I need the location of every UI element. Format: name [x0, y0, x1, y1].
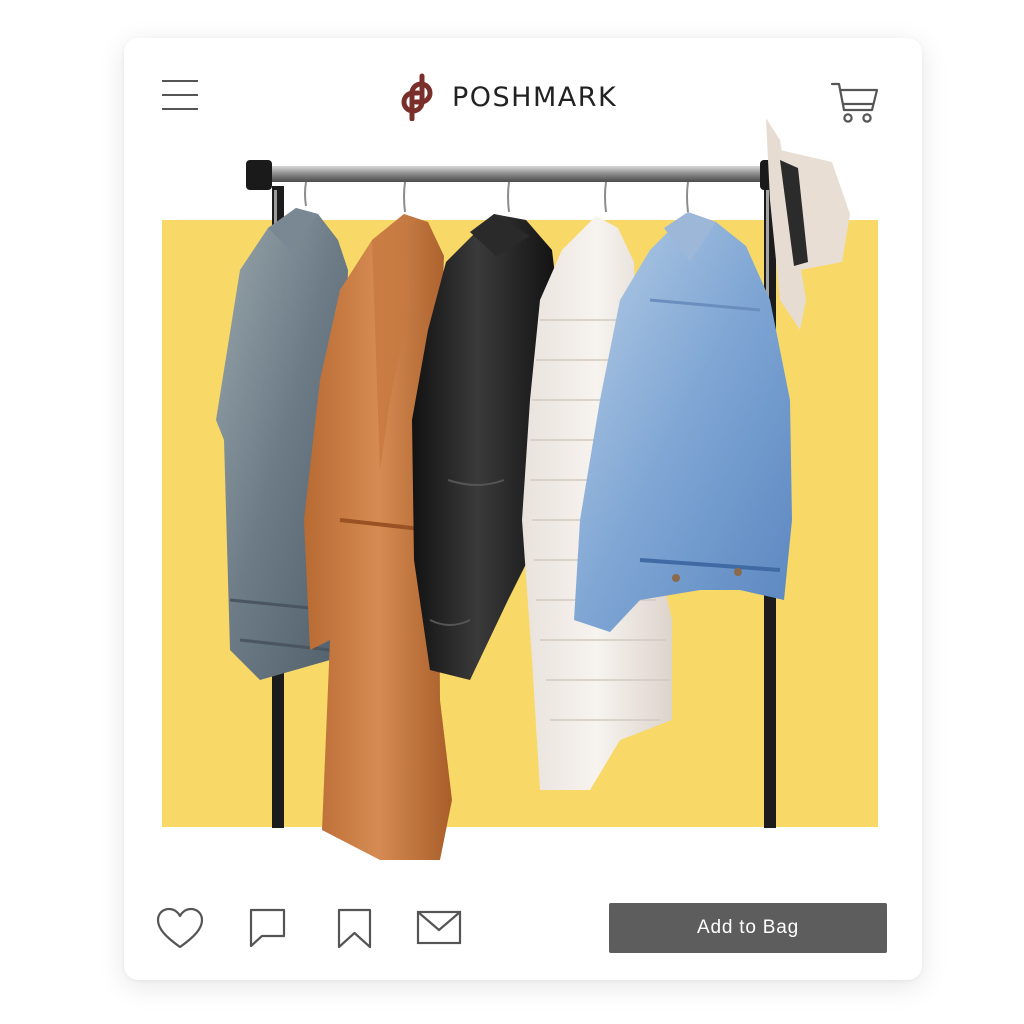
listing-card [124, 38, 922, 980]
brand-name: POSHMARK [452, 81, 618, 113]
menu-button[interactable] [160, 78, 200, 112]
comment-icon [249, 908, 286, 948]
shopping-cart-icon [830, 82, 879, 123]
bookmark-button[interactable] [336, 907, 376, 949]
menu-line [162, 108, 198, 110]
comment-button[interactable] [248, 907, 288, 949]
share-button[interactable] [416, 909, 464, 947]
brand-logo[interactable]: POSHMARK [396, 72, 617, 122]
add-to-bag-button[interactable]: Add to Bag [609, 903, 887, 953]
heart-icon [156, 907, 204, 949]
cart-button[interactable] [830, 78, 880, 126]
bookmark-icon [337, 908, 372, 949]
menu-line [162, 94, 198, 96]
like-button[interactable] [156, 907, 204, 951]
poshmark-logo-icon [401, 73, 433, 121]
envelope-icon [416, 910, 462, 945]
menu-line [162, 80, 198, 82]
